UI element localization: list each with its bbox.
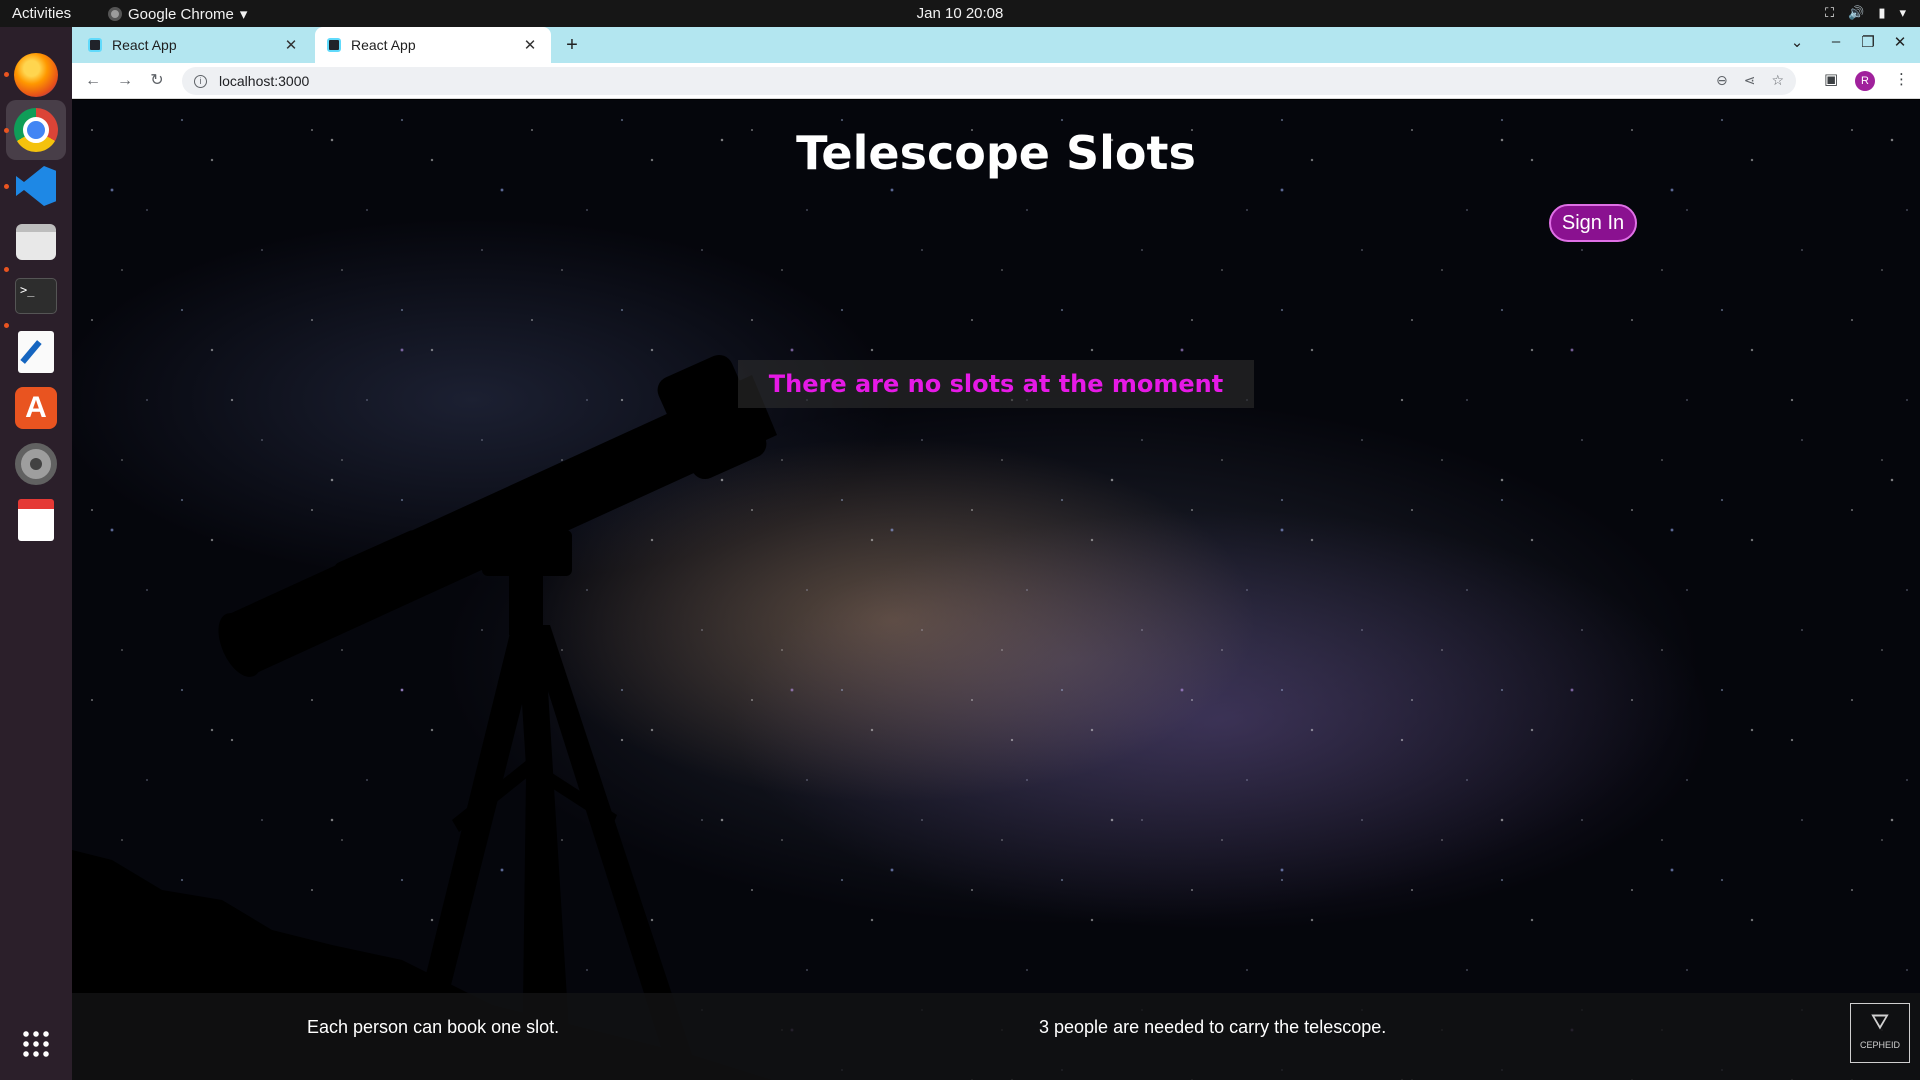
page-title: Telescope Slots: [796, 126, 1196, 180]
dock-document-viewer[interactable]: [11, 495, 61, 545]
app-menu-label: Google Chrome: [128, 5, 234, 23]
document-viewer-icon: [18, 499, 54, 541]
footer-note-left: Each person can book one slot.: [307, 1017, 560, 1037]
restore-button[interactable]: ❐: [1855, 33, 1881, 51]
running-indicator: [4, 323, 9, 328]
telescope-logo-icon: ⛛: [1870, 1009, 1890, 1034]
dock-firefox[interactable]: [11, 50, 61, 100]
firefox-icon: [14, 53, 58, 97]
page-content: Telescope Slots Sign In There are no slo…: [72, 100, 1920, 1080]
back-button[interactable]: ←: [82, 70, 104, 92]
running-indicator: [4, 267, 9, 272]
show-apps-icon: [21, 1029, 51, 1059]
tab-title: React App: [351, 37, 416, 53]
forward-button[interactable]: →: [114, 70, 136, 92]
network-icon: ⛶: [1825, 5, 1835, 20]
dock-settings[interactable]: [11, 439, 61, 489]
tab-search-button[interactable]: ⌄: [1784, 33, 1810, 51]
tab-title: React App: [112, 37, 177, 53]
tab-react-app-2[interactable]: React App ✕: [315, 27, 551, 63]
address-bar[interactable]: i localhost:3000 ⊖ ⋖ ☆: [182, 67, 1796, 95]
dock-app-store[interactable]: A: [11, 383, 61, 433]
browser-toolbar: ← → ↻ i localhost:3000 ⊖ ⋖ ☆ ▣ R ⋮: [72, 63, 1920, 99]
new-tab-button[interactable]: +: [560, 33, 584, 57]
tab-strip: React App ✕ React App ✕ + ⌄ – ❐ ✕: [72, 27, 1920, 63]
react-favicon-icon: [327, 38, 341, 52]
logo-label: CEPHEID: [1859, 1040, 1900, 1050]
dock-terminal[interactable]: >_: [11, 271, 61, 321]
battery-icon: ▮: [1878, 5, 1886, 20]
page-footer: Each person can book one slot. 3 people …: [72, 993, 1920, 1080]
club-logo: ⛛ CEPHEID: [1850, 1003, 1910, 1063]
files-icon: [16, 224, 56, 260]
text-editor-icon: [18, 331, 54, 373]
system-tray[interactable]: ⛶ 🔊 ▮ ▾: [1825, 5, 1906, 21]
vscode-icon: [16, 166, 56, 206]
close-window-button[interactable]: ✕: [1887, 33, 1913, 51]
chevron-down-icon: ▾: [1899, 5, 1906, 20]
close-icon[interactable]: ✕: [521, 36, 539, 54]
chrome-icon: [14, 108, 58, 152]
settings-icon: [15, 443, 57, 485]
chrome-small-icon: [108, 7, 122, 21]
running-indicator: [4, 72, 9, 77]
zoom-icon[interactable]: ⊖: [1716, 72, 1728, 89]
clock[interactable]: Jan 10 20:08: [917, 5, 1004, 22]
dock-files[interactable]: [11, 217, 61, 267]
bookmark-star-icon[interactable]: ☆: [1771, 72, 1784, 89]
terminal-icon: >_: [15, 278, 57, 314]
footer-note-right: 3 people are needed to carry the telesco…: [1039, 1017, 1387, 1037]
tab-react-app-1[interactable]: React App ✕: [76, 27, 312, 63]
close-icon[interactable]: ✕: [282, 36, 300, 54]
site-info-icon[interactable]: i: [194, 74, 207, 88]
url-text: localhost:3000: [219, 73, 310, 89]
dock: >_ A: [0, 27, 72, 1080]
app-store-icon: A: [15, 387, 57, 429]
react-favicon-icon: [88, 38, 102, 52]
dock-chrome[interactable]: [6, 100, 66, 160]
system-top-bar: Activities Google Chrome ▾ Jan 10 20:08 …: [0, 0, 1920, 27]
reload-button[interactable]: ↻: [146, 70, 168, 92]
app-menu[interactable]: Google Chrome ▾: [108, 5, 247, 23]
share-icon[interactable]: ⋖: [1744, 72, 1756, 89]
profile-avatar[interactable]: R: [1855, 71, 1875, 91]
chevron-down-icon: ▾: [239, 6, 248, 23]
telescope-silhouette: [72, 354, 777, 1080]
empty-slots-message: There are no slots at the moment: [738, 360, 1254, 408]
activities-button[interactable]: Activities: [12, 5, 71, 22]
menu-kebab-icon[interactable]: ⋮: [1894, 70, 1909, 88]
minimize-button[interactable]: –: [1823, 33, 1849, 50]
sign-in-button[interactable]: Sign In: [1549, 204, 1637, 242]
running-indicator: [4, 184, 9, 189]
side-panel-icon[interactable]: ▣: [1824, 70, 1838, 88]
dock-text-editor[interactable]: [11, 327, 61, 377]
running-indicator: [4, 128, 9, 133]
browser-window: React App ✕ React App ✕ + ⌄ – ❐ ✕ ← → ↻ …: [72, 27, 1920, 1080]
dock-show-apps[interactable]: [11, 1019, 61, 1069]
volume-icon: 🔊: [1848, 5, 1865, 20]
dock-vscode[interactable]: [11, 161, 61, 211]
